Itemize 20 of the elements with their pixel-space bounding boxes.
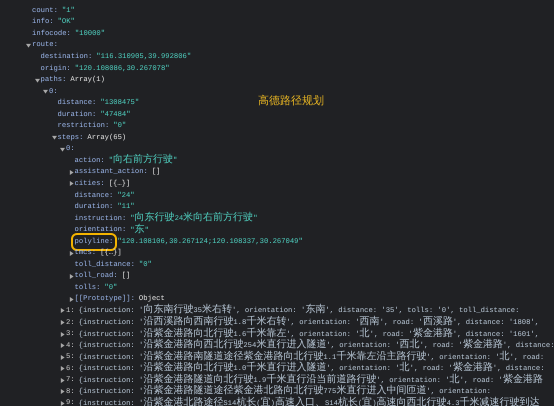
expand-arrow-icon[interactable] (68, 274, 74, 279)
expand-arrow-icon[interactable] (60, 332, 65, 337)
annotation-label: 高德路径规划 (258, 93, 324, 108)
expand-arrow-icon[interactable] (60, 343, 65, 348)
expand-arrow-icon[interactable] (68, 250, 74, 256)
expand-arrow-icon[interactable] (60, 389, 65, 394)
expand-arrow-icon[interactable] (68, 181, 74, 186)
expand-arrow-icon[interactable] (60, 320, 65, 326)
expand-arrow-icon[interactable] (60, 354, 65, 360)
collapse-arrow-icon[interactable] (34, 78, 40, 83)
collapse-arrow-icon[interactable] (52, 135, 56, 140)
expand-arrow-icon[interactable] (68, 170, 74, 175)
collapse-arrow-icon[interactable] (43, 89, 48, 94)
expand-arrow-icon[interactable] (60, 378, 65, 383)
expand-arrow-icon[interactable] (68, 296, 74, 302)
expand-arrow-icon[interactable] (60, 366, 65, 372)
collapse-arrow-icon[interactable] (26, 42, 31, 48)
expand-arrow-icon[interactable] (60, 400, 65, 406)
collapse-arrow-icon[interactable] (60, 146, 65, 152)
expand-arrow-icon[interactable] (60, 308, 65, 314)
